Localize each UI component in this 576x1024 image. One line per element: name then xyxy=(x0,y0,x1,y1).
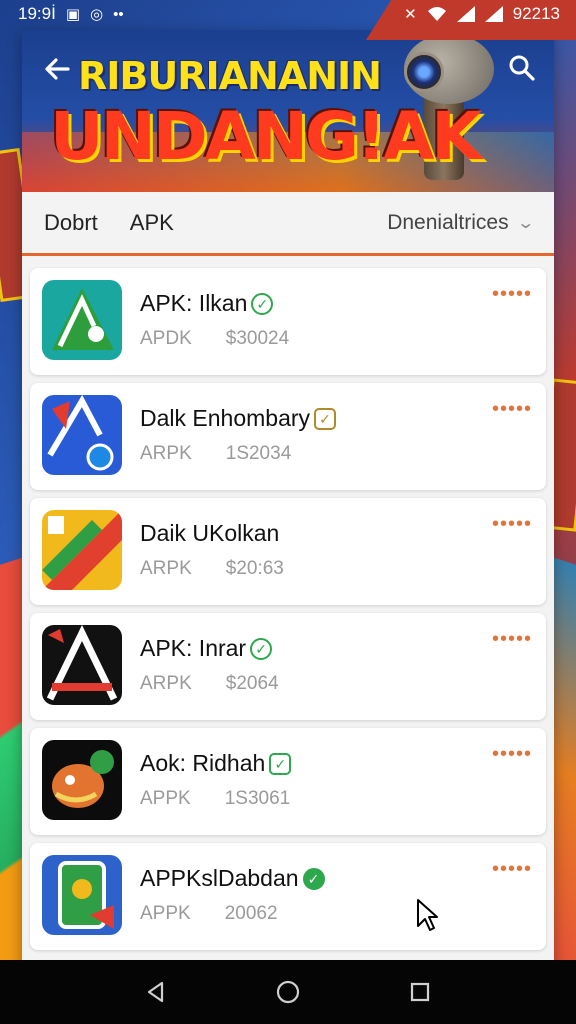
app-category: APDK xyxy=(140,328,192,349)
list-item[interactable]: Aok: Ridhah ✓ APPK 1S3061 ••••• xyxy=(30,728,546,835)
square-recents-icon xyxy=(410,982,430,1002)
app-meta: APPK 1S3061 xyxy=(140,788,290,810)
app-size: 1S3061 xyxy=(224,788,291,809)
status-bar: 19:9İ ▣ ◎ •• ✕ 92213 xyxy=(0,0,576,28)
list-item[interactable]: Daik UKolkan ARPK $20:63 ••••• xyxy=(30,498,546,605)
app-icon-4 xyxy=(42,625,122,705)
list-item[interactable]: APPKslDabdan ✓ APPK 20062 ••••• xyxy=(30,843,546,950)
notification-icon: ▣ xyxy=(65,6,80,23)
more-options-icon[interactable]: ••••• xyxy=(492,744,532,764)
search-button[interactable] xyxy=(508,54,540,86)
back-button[interactable] xyxy=(42,54,74,86)
app-meta: APPK 20062 xyxy=(140,903,278,925)
nav-recents-button[interactable] xyxy=(407,979,433,1005)
sort-label: Dnenialtrices xyxy=(387,210,509,234)
app-category: APPK xyxy=(140,788,191,809)
app-icon-3 xyxy=(42,510,122,590)
app-size: 1S2034 xyxy=(225,443,292,464)
verified-icon: ✓ xyxy=(314,407,337,430)
app-name: APK: Ilkan ✓ xyxy=(140,290,274,317)
app-name: APK: Inrar ✓ xyxy=(140,635,273,662)
arrow-left-icon xyxy=(45,58,70,80)
more-notifications-icon: •• xyxy=(113,5,124,23)
app-category: ARPK xyxy=(140,558,192,579)
app-size: $30024 xyxy=(225,328,290,349)
verified-icon: ✓ xyxy=(251,292,274,315)
app-meta: ARPK $2064 xyxy=(140,673,279,695)
more-options-icon[interactable]: ••••• xyxy=(492,284,532,304)
more-options-icon[interactable]: ••••• xyxy=(492,514,532,534)
search-icon xyxy=(509,55,535,81)
app-icon-5 xyxy=(42,740,122,820)
more-options-icon[interactable]: ••••• xyxy=(492,629,532,649)
chevron-down-icon: ⌄ xyxy=(515,214,535,232)
app-name: Daik UKolkan xyxy=(140,520,280,546)
status-battery-text: 92213 xyxy=(512,4,560,23)
more-options-icon[interactable]: ••••• xyxy=(492,399,532,419)
verified-icon: ✓ xyxy=(302,867,325,890)
app-category: ARPK xyxy=(140,673,192,694)
circle-home-icon xyxy=(276,980,300,1004)
verified-icon: ✓ xyxy=(250,637,273,660)
app-size: 20062 xyxy=(224,903,278,924)
sort-dropdown[interactable]: Dnenialtrices ⌄ xyxy=(387,210,535,235)
app-size: $2064 xyxy=(225,673,279,694)
app-name: Dalk Enhombary ✓ xyxy=(140,405,337,432)
signal-icon xyxy=(456,6,475,22)
system-nav-bar xyxy=(0,960,576,1024)
nav-back-button[interactable] xyxy=(143,979,169,1005)
app-meta: ARPK $20:63 xyxy=(140,558,284,580)
header-title-line1: RIBURIANANIN xyxy=(78,54,382,98)
wifi-icon xyxy=(427,7,446,21)
mouse-pointer-icon xyxy=(417,899,438,931)
list-item[interactable]: APK: Ilkan ✓ APDK $30024 ••••• xyxy=(30,268,546,375)
signal-icon-2 xyxy=(484,6,503,22)
status-time: 19:9İ xyxy=(18,4,56,23)
app-icon-2 xyxy=(42,395,122,475)
app-size: $20:63 xyxy=(225,558,284,579)
app-name: APPKslDabdan ✓ xyxy=(140,865,325,892)
more-options-icon[interactable]: ••••• xyxy=(492,859,532,879)
app-icon-6 xyxy=(42,855,122,935)
tab-row: Dobrt APK Dnenialtrices ⌄ xyxy=(22,192,554,256)
header-banner: RIBURIANANIN UNDANG!AK xyxy=(22,30,554,192)
app-icon-1 xyxy=(42,280,122,360)
header-title-line2: UNDANG!AK xyxy=(50,98,482,175)
app-meta: ARPK 1S2034 xyxy=(140,443,291,465)
tab-dobrt[interactable]: Dobrt xyxy=(44,210,98,236)
sync-icon: ◎ xyxy=(90,6,104,23)
app-name: Aok: Ridhah ✓ xyxy=(140,750,292,777)
app-category: ARPK xyxy=(140,443,192,464)
mute-icon: ✕ xyxy=(404,6,417,23)
app-list: APK: Ilkan ✓ APDK $30024 ••••• Dalk Enhom… xyxy=(30,268,546,958)
tab-apk[interactable]: APK xyxy=(130,210,174,236)
list-item[interactable]: Dalk Enhombary ✓ ARPK 1S2034 ••••• xyxy=(30,383,546,490)
nav-home-button[interactable] xyxy=(275,979,301,1005)
app-meta: APDK $30024 xyxy=(140,328,289,350)
app-window: RIBURIANANIN UNDANG!AK Dobrt APK Dnenial… xyxy=(22,30,554,1010)
list-item[interactable]: APK: Inrar ✓ ARPK $2064 ••••• xyxy=(30,613,546,720)
verified-icon: ✓ xyxy=(269,752,292,775)
app-category: APPK xyxy=(140,903,191,924)
triangle-back-icon xyxy=(147,981,164,1003)
